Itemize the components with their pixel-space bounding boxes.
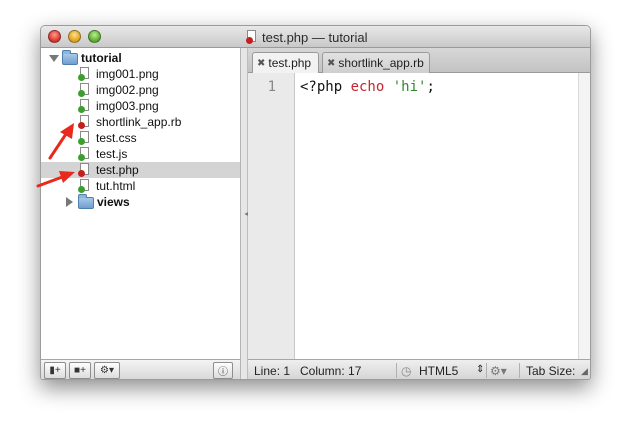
code-editor[interactable]: 1 <?php echo 'hi'; bbox=[248, 73, 590, 359]
tree-file-shortlink[interactable]: shortlink_app.rb bbox=[41, 114, 240, 130]
disclosure-open-icon[interactable] bbox=[49, 55, 59, 62]
sidebar-toolbar: ▮+ ■+ ⚙▾ ⓘ bbox=[41, 359, 240, 379]
html-file-icon bbox=[78, 179, 90, 193]
line-gutter: 1 bbox=[248, 73, 295, 359]
php-file-icon bbox=[78, 163, 90, 177]
php-file-icon bbox=[246, 30, 257, 44]
code-keyword: echo bbox=[350, 79, 385, 95]
image-file-icon bbox=[78, 83, 90, 97]
status-column: Column: 17 bbox=[300, 364, 362, 378]
pane-splitter[interactable]: ◄ bbox=[241, 48, 250, 379]
folder-icon bbox=[78, 194, 94, 209]
new-file-button[interactable]: ▮+ bbox=[44, 362, 66, 379]
tab-close-icon[interactable]: ✖ bbox=[257, 58, 265, 69]
tree-file-test-php[interactable]: test.php bbox=[41, 162, 240, 178]
project-sidebar: tutorial img001.png img002.png img003.pn… bbox=[41, 48, 241, 379]
status-divider bbox=[486, 363, 487, 378]
tree-file-img002[interactable]: img002.png bbox=[41, 82, 240, 98]
image-file-icon bbox=[78, 99, 90, 113]
tab-shortlink-app[interactable]: ✖ shortlink_app.rb bbox=[322, 52, 430, 73]
clock-icon: ◷ bbox=[401, 364, 412, 378]
gear-icon: ⚙▾ bbox=[100, 365, 114, 376]
css-file-icon bbox=[78, 131, 90, 145]
tree-file-label: shortlink_app.rb bbox=[96, 115, 182, 129]
status-divider bbox=[519, 363, 520, 378]
tab-bar: ✖ test.php ✖ shortlink_app.rb bbox=[248, 48, 590, 73]
language-stepper-icon[interactable]: ⇕ bbox=[476, 364, 484, 375]
tree-folder-label: tutorial bbox=[81, 51, 122, 65]
editor-window: test.php — tutorial tutorial img001.png … bbox=[40, 25, 591, 380]
tree-file-label: img002.png bbox=[96, 83, 159, 97]
action-menu-button[interactable]: ⚙▾ bbox=[94, 362, 120, 379]
code-line[interactable]: <?php echo 'hi'; bbox=[300, 79, 435, 95]
code-string: 'hi' bbox=[392, 79, 427, 95]
tree-file-tut-html[interactable]: tut.html bbox=[41, 178, 240, 194]
tab-label: shortlink_app.rb bbox=[338, 56, 424, 70]
code-php-open: <?php bbox=[300, 79, 351, 95]
ruby-file-icon bbox=[78, 115, 90, 129]
folder-icon bbox=[62, 50, 78, 65]
vertical-scrollbar[interactable] bbox=[578, 73, 590, 359]
tree-file-test-js[interactable]: test.js bbox=[41, 146, 240, 162]
status-line: Line: 1 bbox=[254, 364, 291, 378]
tab-size-selector[interactable]: Tab Size: bbox=[526, 364, 575, 378]
tree-file-test-css[interactable]: test.css bbox=[41, 130, 240, 146]
tree-file-label: test.js bbox=[96, 147, 128, 161]
tree-file-img003[interactable]: img003.png bbox=[41, 98, 240, 114]
gear-icon[interactable]: ⚙▾ bbox=[490, 364, 507, 378]
zoom-button[interactable] bbox=[88, 30, 101, 43]
resize-grip-icon[interactable]: ◢ bbox=[581, 366, 588, 377]
new-file-icon: ▮+ bbox=[49, 365, 61, 376]
tree-folder-views[interactable]: views bbox=[41, 194, 240, 210]
new-folder-button[interactable]: ■+ bbox=[69, 362, 91, 379]
splitter-grip-icon: ◄ bbox=[243, 211, 250, 218]
tab-close-icon[interactable]: ✖ bbox=[327, 58, 335, 69]
line-number: 1 bbox=[267, 79, 276, 95]
tree-file-img001[interactable]: img001.png bbox=[41, 66, 240, 82]
status-divider bbox=[396, 363, 397, 378]
tree-file-label: test.css bbox=[96, 131, 137, 145]
tree-folder-label: views bbox=[97, 195, 130, 209]
tree-file-label: img003.png bbox=[96, 99, 159, 113]
new-folder-icon: ■+ bbox=[74, 365, 86, 376]
tab-label: test.php bbox=[268, 56, 312, 70]
tree-file-label: tut.html bbox=[96, 179, 136, 193]
image-file-icon bbox=[78, 67, 90, 81]
minimize-button[interactable] bbox=[68, 30, 81, 43]
info-button[interactable]: ⓘ bbox=[213, 362, 233, 379]
tree-file-label: img001.png bbox=[96, 67, 159, 81]
disclosure-closed-icon[interactable] bbox=[66, 197, 73, 207]
tree-file-label: test.php bbox=[96, 163, 139, 177]
code-terminator: ; bbox=[426, 79, 435, 95]
title-bar[interactable]: test.php — tutorial bbox=[41, 26, 590, 48]
language-selector[interactable]: HTML5 bbox=[419, 364, 458, 378]
tree-folder-tutorial[interactable]: tutorial bbox=[41, 50, 240, 66]
js-file-icon bbox=[78, 147, 90, 161]
info-icon: ⓘ bbox=[218, 367, 228, 378]
window-title: test.php — tutorial bbox=[262, 29, 368, 45]
window-title-group: test.php — tutorial bbox=[246, 29, 368, 45]
close-button[interactable] bbox=[48, 30, 61, 43]
status-bar: Line: 1 Column: 17 ◷ HTML5 ⇕ ⚙▾ Tab Size… bbox=[248, 359, 590, 379]
tab-test-php[interactable]: ✖ test.php bbox=[252, 52, 319, 73]
